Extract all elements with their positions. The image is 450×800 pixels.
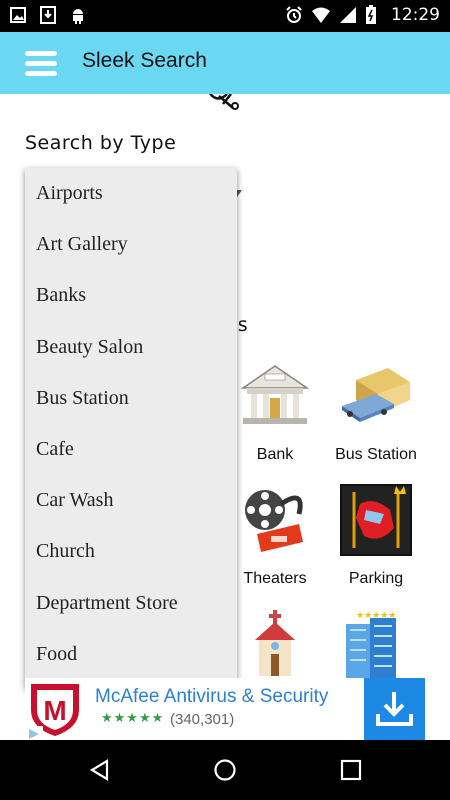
dropdown-item-bus-station[interactable]: Bus Station — [25, 373, 237, 424]
grid-label-bank: Bank — [256, 446, 294, 463]
theaters-icon — [245, 490, 303, 552]
ad-logo-text: M — [43, 695, 66, 726]
section-title: Search by Type — [25, 132, 177, 154]
bank-icon — [240, 365, 310, 424]
grid-item-bank[interactable]: Bank — [225, 360, 325, 470]
ad-download-button[interactable] — [364, 678, 425, 740]
dropdown-item-car-wash[interactable]: Car Wash — [25, 475, 237, 526]
bus-station-icon — [342, 368, 410, 422]
grid-label-parking: Parking — [348, 570, 404, 587]
scissors-icon — [208, 94, 239, 110]
alarm-icon — [286, 6, 302, 23]
nav-bar — [0, 740, 450, 800]
dropdown-item-art-gallery[interactable]: Art Gallery — [25, 219, 237, 270]
status-time: 12:29 — [391, 5, 440, 25]
status-bar: 12:29 — [0, 0, 450, 32]
dropdown-item-department-store[interactable]: Department Store — [25, 578, 237, 629]
building-icon: ★★★★★ — [346, 611, 396, 680]
ad-choices-triangle-icon — [29, 729, 39, 739]
wifi-icon — [312, 7, 330, 23]
grid-item-theaters[interactable]: Theaters — [225, 484, 325, 594]
dropdown-item-food[interactable]: Food — [25, 629, 237, 680]
android-icon — [73, 9, 83, 24]
hamburger-menu-icon[interactable] — [25, 51, 57, 77]
dropdown-item-airports[interactable]: Airports — [25, 168, 237, 219]
battery-icon — [366, 5, 376, 24]
parking-icon — [340, 484, 412, 556]
grid-label-bus-station: Bus Station — [335, 446, 417, 463]
dropdown-item-banks[interactable]: Banks — [25, 270, 237, 321]
image-icon — [10, 7, 26, 23]
recents-icon[interactable] — [339, 758, 363, 782]
grid-item-building[interactable]: ★★★★★ — [326, 610, 426, 680]
app-title: Sleek Search — [82, 49, 207, 72]
ad-title[interactable]: McAfee Antivirus & Security — [95, 686, 328, 708]
home-icon[interactable] — [213, 758, 237, 782]
dropdown-item-cafe[interactable]: Cafe — [25, 424, 237, 475]
dropdown-item-church[interactable]: Church — [25, 526, 237, 577]
ad-choices-icon[interactable] — [25, 726, 43, 740]
ad-banner[interactable]: M McAfee Antivirus & Security ★★★★★ (340… — [25, 678, 425, 740]
ad-rating-stars: ★★★★★ — [101, 711, 165, 726]
back-icon[interactable] — [88, 758, 112, 782]
signal-icon — [340, 7, 356, 23]
grid-item-bus-station[interactable]: Bus Station — [326, 360, 426, 470]
dropdown-item-beauty-salon[interactable]: Beauty Salon — [25, 322, 237, 373]
download-icon — [40, 6, 56, 24]
type-dropdown-list[interactable]: Airports Art Gallery Banks Beauty Salon … — [25, 168, 237, 688]
app-bar: Sleek Search — [0, 32, 450, 94]
grid-item-church[interactable] — [225, 610, 325, 680]
ad-rating-count: (340,301) — [170, 711, 235, 728]
grid-item-parking[interactable]: Parking — [326, 484, 426, 594]
download-icon — [376, 692, 413, 726]
grid-label-theaters: Theaters — [243, 570, 307, 587]
church-icon — [255, 610, 295, 676]
